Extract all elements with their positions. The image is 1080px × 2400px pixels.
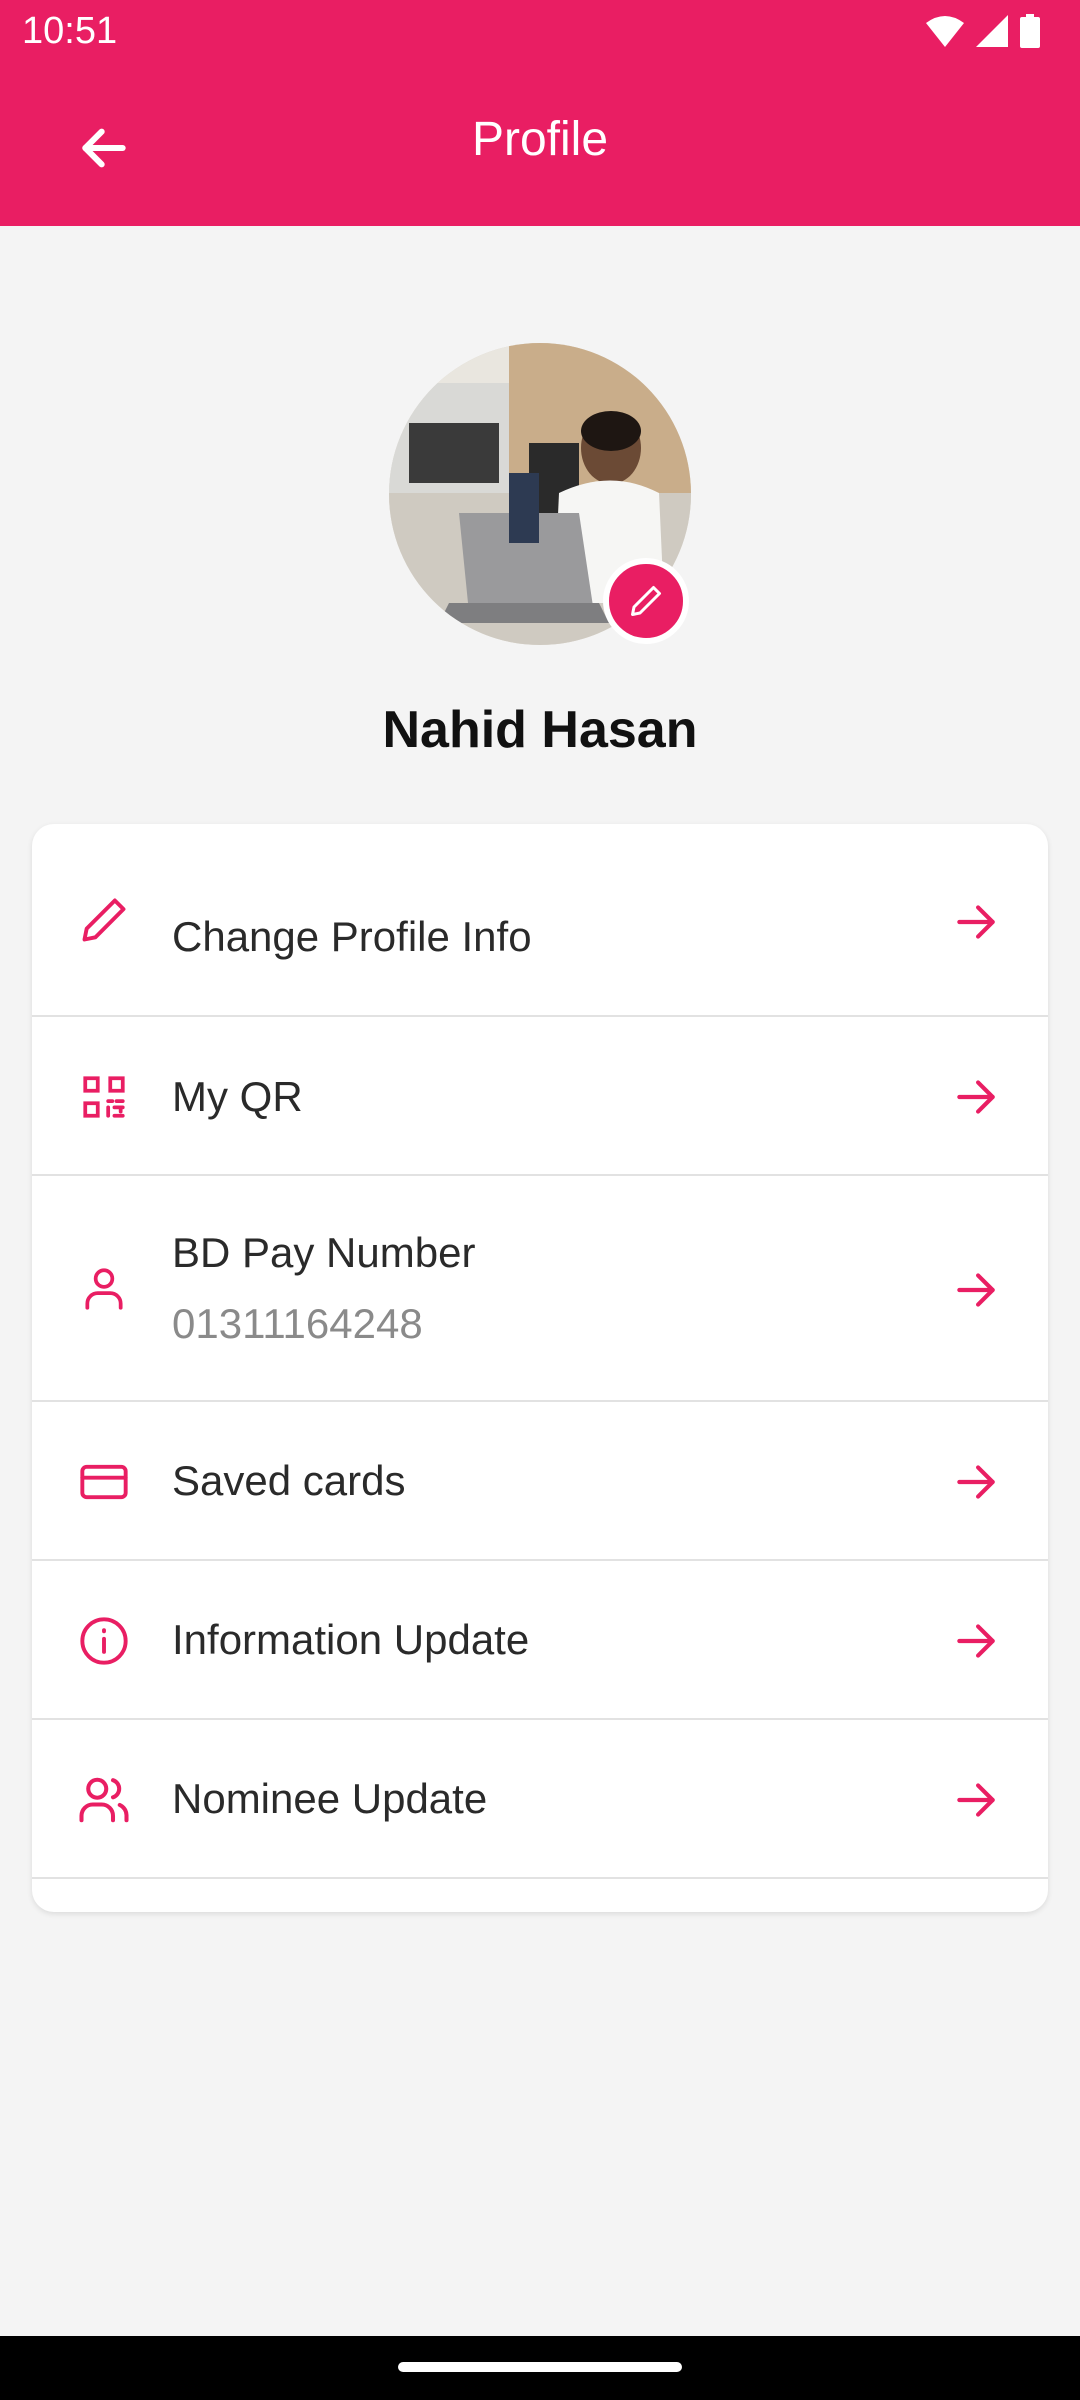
profile-avatar-container bbox=[389, 343, 691, 645]
info-icon bbox=[74, 1611, 134, 1671]
arrow-right-icon bbox=[948, 1772, 1004, 1828]
menu-item-label: Saved cards bbox=[172, 1457, 406, 1504]
qr-code-icon bbox=[74, 1067, 134, 1127]
menu-item-change-profile-info[interactable]: Change Profile Info bbox=[32, 824, 1048, 1017]
menu-item-label: BD Pay Number bbox=[172, 1229, 476, 1276]
menu-item-nominee-update[interactable]: Nominee Update bbox=[32, 1720, 1048, 1879]
home-indicator[interactable] bbox=[398, 2362, 682, 2372]
arrow-right-icon bbox=[948, 1069, 1004, 1125]
menu-item-label: Change Profile Info bbox=[172, 913, 532, 960]
credit-card-icon bbox=[74, 1452, 134, 1512]
profile-name: Nahid Hasan bbox=[382, 701, 698, 759]
arrow-right-icon bbox=[948, 894, 1004, 950]
menu-item-label: My QR bbox=[172, 1073, 303, 1120]
user-icon bbox=[74, 1259, 134, 1319]
users-icon bbox=[74, 1770, 134, 1830]
app-bar: 10:51 Profile bbox=[0, 0, 1080, 226]
menu-item-label: Information Update bbox=[172, 1616, 530, 1663]
status-time: 10:51 bbox=[22, 10, 118, 52]
menu-item-saved-cards[interactable]: Saved cards bbox=[32, 1402, 1048, 1561]
menu-item-label: Nominee Update bbox=[172, 1775, 488, 1822]
battery-icon bbox=[1020, 14, 1040, 48]
wifi-icon bbox=[926, 16, 964, 47]
arrow-right-icon bbox=[948, 1454, 1004, 1510]
status-icons bbox=[926, 14, 1040, 48]
menu-item-bd-pay-number[interactable]: BD Pay Number 01311164248 bbox=[32, 1176, 1048, 1402]
menu-item-information-update[interactable]: Information Update bbox=[32, 1561, 1048, 1720]
pencil-icon bbox=[631, 586, 661, 616]
arrow-right-icon bbox=[948, 1262, 1004, 1318]
menu-item-my-qr[interactable]: My QR bbox=[32, 1017, 1048, 1176]
arrow-right-icon bbox=[948, 1613, 1004, 1669]
bd-pay-number-value: 01311164248 bbox=[172, 1300, 423, 1347]
profile-menu-card: Change Profile Info My QR BD Pay Number … bbox=[32, 824, 1048, 1912]
page-title: Profile bbox=[471, 113, 609, 166]
signal-icon bbox=[976, 15, 1008, 47]
edit-avatar-button[interactable] bbox=[603, 558, 689, 644]
pencil-icon bbox=[74, 890, 134, 950]
